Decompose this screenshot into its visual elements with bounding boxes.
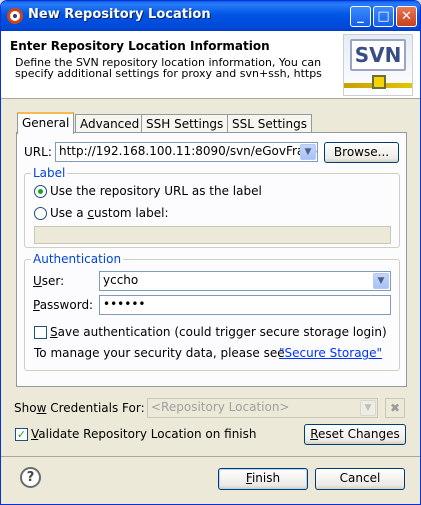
user-value: yccho (103, 273, 139, 287)
eclipse-app-icon (7, 8, 23, 24)
title-bar[interactable]: New Repository Location _ □ ✕ (1, 1, 420, 31)
maximize-button[interactable]: □ (373, 6, 394, 27)
label-group-title: Label (31, 166, 68, 180)
manage-security-text: To manage your security data, please see (34, 346, 285, 360)
tab-ssl-settings[interactable]: SSL Settings (227, 114, 312, 133)
header-description: Define the SVN repository location infor… (15, 56, 322, 80)
radio-use-repo-url[interactable] (34, 185, 47, 198)
show-credentials-label: Show Credentials For: (14, 401, 145, 415)
user-combo[interactable]: yccho ▼ (99, 271, 391, 291)
validate-location-checkbox[interactable]: ✓ (15, 428, 28, 441)
custom-label-field[interactable] (34, 226, 391, 244)
wizard-header: Enter Repository Location Information De… (1, 31, 420, 99)
save-authentication-label: Save authentication (could trigger secur… (50, 325, 387, 339)
show-credentials-value: <Repository Location> (151, 400, 290, 414)
tab-general[interactable]: General (17, 112, 75, 134)
secure-storage-link[interactable]: "Secure Storage" (279, 346, 382, 360)
chevron-down-icon[interactable]: ▼ (373, 273, 389, 289)
tab-ssh-settings[interactable]: SSH Settings (141, 114, 229, 133)
svn-logo-icon: SVN (343, 34, 413, 96)
url-label: URL: (24, 145, 52, 159)
url-combo[interactable]: http://192.168.100.11:8090/svn/eGovFrame… (55, 142, 318, 162)
validate-location-label: Validate Repository Location on finish (31, 427, 257, 441)
save-authentication-checkbox[interactable] (34, 326, 47, 339)
url-value: http://192.168.100.11:8090/svn/eGovFrame (59, 144, 318, 158)
chevron-down-icon[interactable]: ▼ (360, 400, 376, 416)
cancel-button[interactable]: Cancel (315, 468, 405, 490)
authentication-group: Authentication User: yccho ▼ Password: •… (24, 252, 400, 371)
window-title: New Repository Location (28, 7, 211, 22)
password-label: Password: (33, 298, 94, 312)
finish-button[interactable]: Finish (218, 468, 308, 490)
minimize-button[interactable]: _ (350, 6, 371, 27)
svn-logo-text: SVN (350, 39, 406, 71)
user-label: User: (33, 274, 65, 288)
clear-credentials-icon[interactable]: ✖ (385, 398, 405, 418)
label-group: Label Use the repository URL as the labe… (24, 166, 400, 248)
chevron-down-icon[interactable]: ▼ (300, 144, 316, 160)
show-credentials-combo[interactable]: <Repository Location> ▼ (147, 398, 378, 418)
radio-custom-label[interactable] (34, 207, 47, 220)
radio-use-repo-url-label: Use the repository URL as the label (50, 184, 262, 198)
browse-button[interactable]: Browse... (324, 142, 399, 163)
general-tab-panel: URL: http://192.168.100.11:8090/svn/eGov… (16, 132, 407, 387)
svn-logo-box (372, 75, 386, 89)
reset-changes-button[interactable]: Reset Changes (304, 424, 406, 445)
password-field[interactable]: •••••• (99, 295, 391, 315)
header-title: Enter Repository Location Information (10, 39, 270, 53)
radio-custom-label-text: Use a custom label: (50, 206, 169, 220)
help-icon[interactable]: ? (20, 467, 41, 488)
dialog-window: New Repository Location _ □ ✕ Enter Repo… (0, 0, 421, 505)
footer-divider (1, 456, 420, 457)
close-button[interactable]: ✕ (396, 6, 417, 27)
authentication-group-title: Authentication (31, 252, 124, 266)
tab-advanced[interactable]: Advanced (75, 114, 145, 133)
